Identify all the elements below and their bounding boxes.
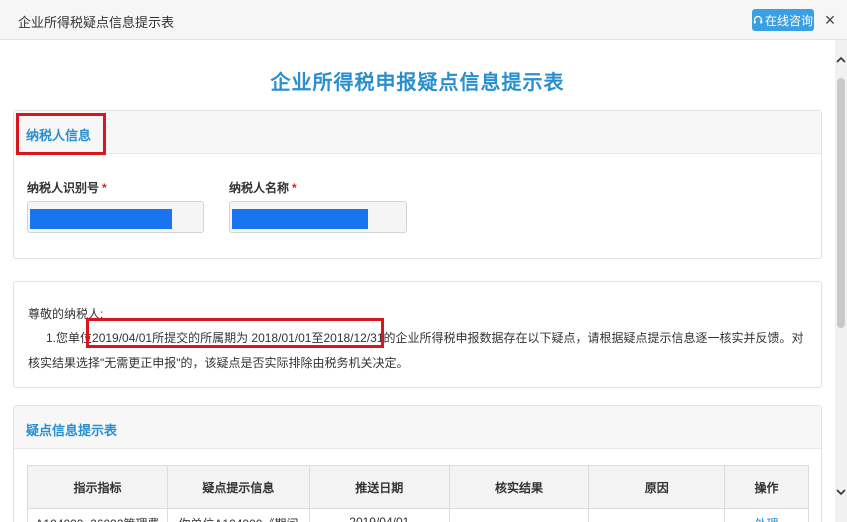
required-mark: * xyxy=(102,181,107,195)
cell-push-date: 2019/04/01 xyxy=(308,508,450,522)
headset-icon xyxy=(753,15,763,24)
chevron-up-icon xyxy=(836,56,846,63)
page-title: 企业所得税申报疑点信息提示表 xyxy=(270,72,565,94)
cell-reason[interactable] xyxy=(588,508,726,522)
cell-doubt-info: 你单位A104000《期间 xyxy=(166,508,310,522)
vertical-scrollbar[interactable] xyxy=(835,40,847,522)
notice-line-1-suffix: 的企业所得税申报数据存在以下疑点，请根据疑点提示信息逐一核实并反馈。对 xyxy=(383,331,804,345)
column-header-action: 操作 xyxy=(724,465,809,509)
cell-verify-result[interactable] xyxy=(448,508,590,522)
taxpayer-id-label: 纳税人识别号 * xyxy=(27,181,107,195)
annotation-box-taxpayer-info xyxy=(16,113,106,155)
dialog-content[interactable]: 企业所得税申报疑点信息提示表 纳税人信息 纳税人识别号 * 纳税人名称 * 尊敬的纳… xyxy=(0,40,835,522)
online-consult-button[interactable]: 在线咨询 xyxy=(752,9,814,31)
online-consult-label: 在线咨询 xyxy=(764,13,813,28)
dialog-window: 企业所得税疑点信息提示表 在线咨询 × 企业所得税申报疑点信息提示表 纳税人信息… xyxy=(0,0,847,522)
required-mark: * xyxy=(292,181,297,195)
taxpayer-id-field[interactable] xyxy=(27,201,204,233)
window-title: 企业所得税疑点信息提示表 xyxy=(18,15,175,30)
close-button[interactable]: × xyxy=(820,9,840,31)
taxpayer-info-header: 纳税人信息 xyxy=(14,111,821,154)
column-header-reason: 原因 xyxy=(588,465,726,509)
cell-action: 处理 xyxy=(724,508,809,522)
table-header-row: 指示指标 疑点提示信息 推送日期 核实结果 原因 操作 xyxy=(27,465,809,509)
column-header-push-date: 推送日期 xyxy=(308,465,450,509)
process-link[interactable]: 处理 xyxy=(755,517,779,522)
scroll-thumb[interactable] xyxy=(837,78,845,328)
taxpayer-name-field[interactable] xyxy=(229,201,407,233)
column-header-verify-result: 核实结果 xyxy=(448,465,590,509)
scroll-up-button[interactable] xyxy=(835,54,847,66)
scroll-down-button[interactable] xyxy=(835,486,847,498)
doubt-info-panel: 疑点信息提示表 指示指标 疑点提示信息 推送日期 核实结果 原因 操作 2019… xyxy=(13,405,822,522)
cell-indicator: A104000_26092管理费 xyxy=(27,508,168,522)
table-row: A104000_26092管理费 你单位A104000《期间 2019/04/0… xyxy=(27,508,809,522)
close-icon: × xyxy=(824,9,836,30)
annotation-box-filing-period xyxy=(86,318,384,348)
doubt-info-title: 疑点信息提示表 xyxy=(26,423,118,438)
notice-line-2: 核实结果选择"无需更正申报"的，该疑点是否实际排除由税务机关决定。 xyxy=(28,356,409,370)
doubt-info-header: 疑点信息提示表 xyxy=(14,406,821,449)
column-header-indicator: 指示指标 xyxy=(27,465,168,509)
chevron-down-icon xyxy=(836,489,846,496)
taxpayer-name-label: 纳税人名称 * xyxy=(229,181,297,195)
redaction-block xyxy=(30,209,172,229)
redaction-block xyxy=(232,209,368,229)
doubt-info-table: 指示指标 疑点提示信息 推送日期 核实结果 原因 操作 A104000_2609… xyxy=(27,465,809,522)
column-header-doubt-info: 疑点提示信息 xyxy=(166,465,310,509)
title-bar: 企业所得税疑点信息提示表 在线咨询 × xyxy=(0,0,847,40)
taxpayer-info-panel: 纳税人信息 纳税人识别号 * 纳税人名称 * xyxy=(13,110,822,259)
